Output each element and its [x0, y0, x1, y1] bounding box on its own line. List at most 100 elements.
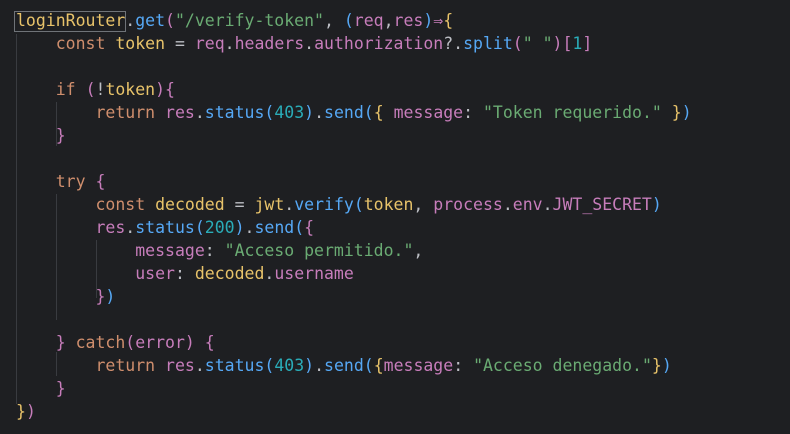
code-token: "Acceso permitido." [224, 241, 414, 260]
code-line[interactable]: message: "Acceso permitido.", [16, 239, 423, 262]
code-token: ( [363, 103, 374, 122]
code-line[interactable]: return res.status(403).send({ message: "… [16, 101, 692, 124]
code-line[interactable]: try { [16, 170, 106, 193]
code-token: . [314, 356, 325, 375]
code-token: user [135, 264, 175, 283]
code-token: = [224, 195, 255, 214]
code-line[interactable]: return res.status(403).send({message: "A… [16, 354, 672, 377]
code-token: { [443, 11, 454, 30]
code-line[interactable]: }) [16, 400, 36, 423]
code-token: ( [353, 195, 364, 214]
code-line[interactable]: loginRouter.get("/verify-token", (req,re… [16, 9, 453, 32]
code-token: res [95, 218, 126, 237]
code-token: ) [651, 195, 662, 214]
code-token: res [165, 103, 195, 122]
code-token: ( [85, 80, 96, 99]
code-token: send [324, 356, 364, 375]
code-token: catch [75, 333, 126, 352]
code-token: "/verify-token" [174, 11, 324, 30]
code-token: , [323, 11, 344, 30]
code-token: ) [552, 34, 563, 53]
code-token: . [284, 195, 295, 214]
code-line[interactable]: const token = req.headers.authorization?… [16, 32, 593, 55]
code-token: 403 [274, 356, 305, 375]
code-token: ) [661, 356, 672, 375]
code-token: " " [522, 34, 553, 53]
code-token: { [304, 218, 315, 237]
code-token: 200 [204, 218, 235, 237]
code-token: { [204, 333, 215, 352]
code-token: ( [343, 11, 354, 30]
code-token: , [383, 11, 394, 30]
code-token: : [174, 264, 195, 283]
code-token: ) [155, 80, 166, 99]
code-line[interactable]: } catch(error) { [16, 331, 215, 354]
code-token: ) [423, 11, 434, 30]
code-token: loginRouter [16, 11, 126, 30]
code-line[interactable]: const decoded = jwt.verify(token, proces… [16, 193, 662, 216]
code-token: token [105, 80, 156, 99]
code-token: } [651, 356, 662, 375]
code-token: } [55, 333, 66, 352]
code-token: { [373, 356, 384, 375]
code-token: req [353, 11, 384, 30]
code-token: . [502, 195, 513, 214]
code-token: ) [25, 402, 36, 421]
code-token: ) [681, 103, 692, 122]
code-token: jwt [254, 195, 285, 214]
code-token: : [463, 103, 483, 122]
code-token: { [95, 172, 106, 191]
code-token: } [16, 402, 26, 421]
code-token: { [165, 80, 175, 99]
code-token: } [671, 103, 682, 122]
code-token: send [324, 103, 364, 122]
code-token: message [383, 356, 454, 375]
code-token: message [135, 241, 205, 260]
code-line[interactable]: user: decoded.username [16, 262, 354, 285]
code-token: status [204, 103, 265, 122]
code-token: . [264, 264, 275, 283]
code-token: ( [264, 103, 275, 122]
code-token: return [95, 356, 156, 375]
code-token: headers [234, 34, 305, 53]
code-line[interactable]: if (!token){ [16, 78, 175, 101]
code-line[interactable]: } [16, 124, 66, 147]
code-token: } [95, 287, 106, 306]
code-token: ) [184, 333, 195, 352]
code-token: error [135, 333, 185, 352]
code-line[interactable]: res.status(200).send({ [16, 216, 314, 239]
code-token: res [165, 356, 195, 375]
code-token: decoded [155, 195, 225, 214]
code-editor[interactable]: loginRouter.get("/verify-token", (req,re… [0, 0, 790, 434]
code-token: ) [234, 218, 245, 237]
code-token: 1 [572, 34, 583, 53]
code-token: ?. [443, 34, 464, 53]
code-token: get [135, 11, 166, 30]
code-line[interactable]: } [16, 377, 66, 400]
code-token: status [204, 356, 265, 375]
code-token: : [204, 241, 225, 260]
code-token: res [393, 11, 424, 30]
code-token: try [55, 172, 86, 191]
code-line[interactable]: }) [16, 285, 115, 308]
code-token: authorization [314, 34, 444, 53]
code-token: message [393, 103, 464, 122]
code-token: ( [264, 356, 275, 375]
